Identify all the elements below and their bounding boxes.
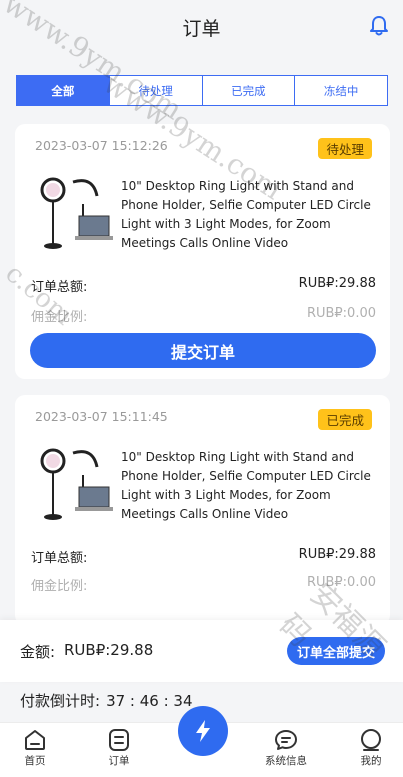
- commission-label: 佣金比例:: [31, 579, 88, 594]
- status-tabs: 全部 待处理 已完成 冻结中: [16, 75, 388, 106]
- nav-messages[interactable]: 系统信息: [256, 729, 316, 768]
- amount-value: RUB₽:29.88: [64, 641, 154, 659]
- tab-completed[interactable]: 已完成: [201, 76, 295, 105]
- order-card: 2023-03-07 15:11:45 已完成 10" Desktop Ring…: [15, 395, 390, 625]
- commission-label: 佣金比例:: [31, 310, 88, 325]
- status-badge: 已完成: [318, 409, 372, 430]
- product-row[interactable]: 10" Desktop Ring Light with Stand and Ph…: [31, 445, 373, 529]
- countdown-value: 37 : 46 : 34: [106, 692, 193, 710]
- order-card: 2023-03-07 15:12:26 待处理 10" Desktop Ring…: [15, 124, 390, 379]
- chat-icon: [275, 730, 297, 750]
- nav-mine-label: 我的: [360, 755, 382, 767]
- submit-all-orders-button[interactable]: 订单全部提交: [286, 637, 385, 665]
- order-date: 2023-03-07 15:12:26: [35, 138, 168, 153]
- nav-home[interactable]: 首页: [5, 729, 65, 768]
- header: 订单: [0, 0, 403, 56]
- commission-value: RUB₽:0.00: [306, 306, 376, 321]
- center-action-button[interactable]: [178, 706, 228, 756]
- product-image: [31, 174, 115, 258]
- amount-label: 金额:: [20, 643, 56, 661]
- nav-orders[interactable]: 订单: [89, 729, 149, 768]
- nav-home-label: 首页: [24, 755, 46, 767]
- tab-all[interactable]: 全部: [17, 76, 109, 105]
- summary-bar: 金额: RUB₽:29.88 订单全部提交: [0, 620, 403, 682]
- tab-frozen[interactable]: 冻结中: [294, 76, 387, 105]
- order-total-label: 订单总额:: [31, 551, 88, 566]
- bell-icon[interactable]: [369, 15, 389, 37]
- lightning-icon: [196, 720, 210, 742]
- countdown-label: 付款倒计时:: [20, 692, 101, 710]
- page-title: 订单: [182, 18, 221, 40]
- order-total-value: RUB₽:29.88: [298, 276, 376, 291]
- orders-icon: [109, 729, 129, 751]
- product-name: 10" Desktop Ring Light with Stand and Ph…: [121, 179, 371, 250]
- commission-value: RUB₽:0.00: [306, 575, 376, 590]
- nav-mine[interactable]: 我的: [341, 729, 401, 768]
- product-image: [31, 445, 115, 529]
- order-total-value: RUB₽:29.88: [298, 547, 376, 562]
- nav-orders-label: 订单: [108, 755, 130, 767]
- order-date: 2023-03-07 15:11:45: [35, 409, 168, 424]
- payment-countdown: 付款倒计时: 37 : 46 : 34: [20, 690, 193, 711]
- tab-pending[interactable]: 待处理: [108, 76, 202, 105]
- home-icon: [25, 730, 45, 750]
- status-badge: 待处理: [318, 138, 372, 159]
- profile-icon: [361, 729, 381, 751]
- product-name: 10" Desktop Ring Light with Stand and Ph…: [121, 450, 371, 521]
- submit-order-button[interactable]: 提交订单: [30, 333, 376, 368]
- order-total-label: 订单总额:: [31, 280, 88, 295]
- nav-messages-label: 系统信息: [265, 755, 307, 767]
- product-row[interactable]: 10" Desktop Ring Light with Stand and Ph…: [31, 174, 373, 258]
